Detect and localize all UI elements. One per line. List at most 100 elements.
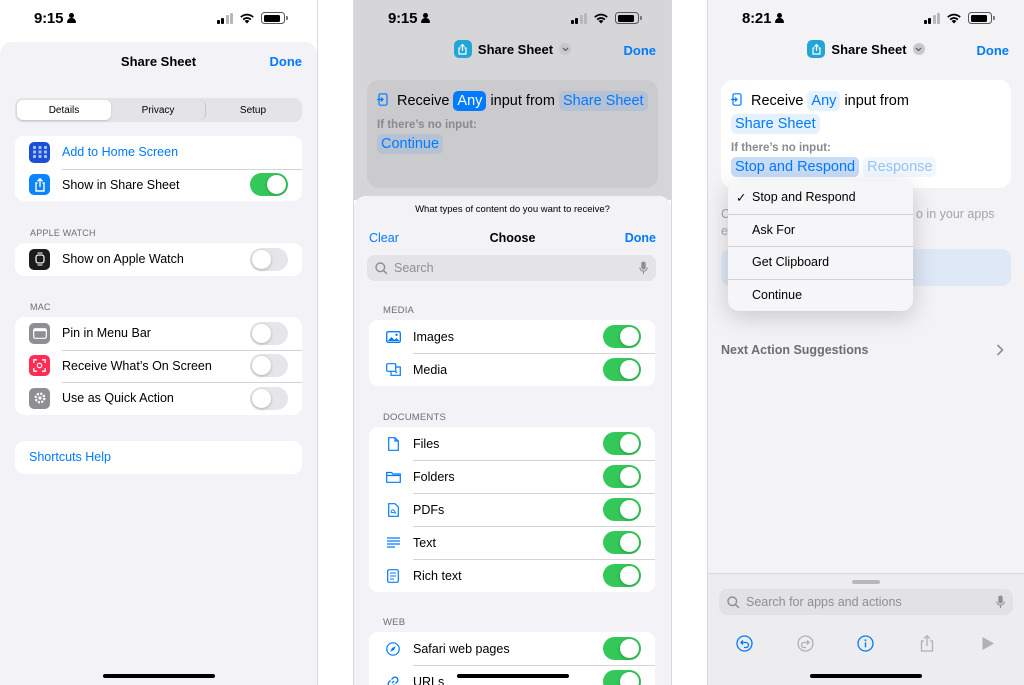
cellular-signal-icon (923, 12, 940, 24)
sheet-done-button[interactable]: Done (625, 231, 656, 245)
folders-toggle[interactable] (603, 465, 641, 488)
obscured-text-left: e (721, 224, 728, 238)
search-input[interactable]: Search (367, 255, 656, 281)
redo-icon[interactable] (795, 633, 815, 653)
microphone-icon[interactable] (639, 261, 648, 275)
receive-whats-on-screen-row: Receive What’s On Screen (15, 349, 302, 383)
microphone-icon[interactable] (996, 595, 1005, 609)
status-time: 9:15 (388, 9, 418, 27)
shortcut-title-label: Share Sheet (831, 41, 907, 57)
home-indicator (456, 674, 569, 678)
tab-details[interactable]: Details (17, 100, 111, 120)
receive-icon (377, 93, 388, 106)
share-icon[interactable] (917, 633, 937, 653)
menu-item-label: Stop and Respond (752, 190, 856, 205)
editor-toolbar (708, 633, 1024, 653)
urls-toggle[interactable] (603, 670, 641, 685)
media-label: Media (413, 362, 448, 377)
no-input-behavior-token[interactable]: Continue (377, 134, 444, 154)
media-group: Images Media (369, 320, 655, 386)
undo-icon[interactable] (734, 633, 754, 653)
status-bar: 9:15 (354, 0, 671, 36)
search-icon (727, 595, 740, 609)
media-toggle[interactable] (603, 358, 641, 381)
search-actions-placeholder: Search for apps and actions (746, 595, 902, 609)
wifi-icon (594, 13, 608, 24)
input-from-label: input from (844, 93, 909, 109)
screen-capture-icon (29, 355, 50, 377)
share-icon (29, 174, 50, 196)
sheet-grabber[interactable] (852, 580, 880, 584)
next-action-suggestions-label: Next Action Suggestions (721, 343, 869, 357)
no-input-behavior-token[interactable]: Stop and Respond (731, 157, 860, 177)
no-input-label: If there’s no input: (731, 142, 831, 154)
segmented-control: Details Privacy Setup (15, 98, 302, 122)
cellular-signal-icon (216, 12, 233, 24)
wifi-icon (240, 13, 254, 24)
shortcut-editor-screen: 8:21 Share Sheet Done Receive Any input … (708, 0, 1024, 685)
receive-whats-on-screen-toggle[interactable] (250, 354, 288, 378)
done-button[interactable]: Done (624, 43, 657, 58)
pin-in-menu-bar-toggle[interactable] (250, 321, 288, 345)
next-action-suggestions[interactable]: Next Action Suggestions (721, 343, 1004, 357)
media-row: Media (369, 353, 655, 386)
use-as-quick-action-toggle[interactable] (250, 386, 288, 410)
wifi-icon (947, 13, 961, 24)
show-on-apple-watch-toggle[interactable] (250, 247, 288, 271)
input-source-token[interactable]: Share Sheet (731, 114, 820, 134)
obscured-text-right: o in your apps (916, 207, 995, 221)
focus-person-icon (775, 13, 785, 23)
panel-divider (671, 0, 672, 685)
input-from-label: input from (490, 93, 555, 109)
menu-item-stop-and-respond[interactable]: ✓ Stop and Respond (728, 181, 913, 214)
input-type-token[interactable]: Any (453, 91, 487, 111)
status-time: 8:21 (742, 9, 772, 27)
menu-item-continue[interactable]: Continue (728, 278, 913, 312)
files-toggle[interactable] (603, 432, 641, 455)
tab-privacy[interactable]: Privacy (111, 100, 206, 120)
gear-icon (29, 387, 50, 409)
pdfs-toggle[interactable] (603, 498, 641, 521)
help-group: Shortcuts Help (15, 441, 302, 474)
safari-web-pages-toggle[interactable] (603, 637, 641, 660)
sheet-nav-bar: Clear Choose Done (354, 231, 671, 251)
chevron-down-icon (559, 43, 572, 55)
shortcut-share-icon (453, 40, 472, 58)
content-types-sheet: What types of content do you want to rec… (354, 196, 671, 685)
receive-label: Receive (751, 93, 804, 109)
image-icon (385, 329, 401, 345)
info-icon[interactable] (856, 633, 876, 653)
search-actions-input[interactable]: Search for apps and actions (719, 589, 1013, 615)
response-token[interactable]: Response (863, 157, 937, 177)
show-in-share-sheet-label: Show in Share Sheet (62, 177, 180, 192)
add-to-home-screen-row[interactable]: Add to Home Screen (15, 136, 302, 169)
pdfs-row: PDFs (369, 493, 655, 526)
compass-icon (385, 641, 401, 657)
images-toggle[interactable] (603, 325, 641, 348)
web-caption: WEB (383, 617, 406, 628)
shortcuts-help-row[interactable]: Shortcuts Help (15, 441, 302, 474)
apple-watch-caption: APPLE WATCH (30, 228, 96, 238)
rich-text-toggle[interactable] (603, 564, 641, 587)
images-label: Images (413, 329, 454, 344)
action-search-panel: Search for apps and actions (708, 573, 1024, 685)
file-icon (385, 436, 401, 452)
sheet-question: What types of content do you want to rec… (415, 204, 610, 215)
play-icon[interactable] (978, 633, 998, 653)
receive-action-card: Receive Any input from Share Sheet If th… (367, 80, 658, 188)
show-in-share-sheet-toggle[interactable] (250, 173, 288, 197)
input-type-token[interactable]: Any (807, 91, 841, 111)
show-on-apple-watch-row: Show on Apple Watch (15, 243, 302, 276)
panel-divider (317, 0, 318, 685)
menu-item-get-clipboard[interactable]: Get Clipboard (728, 246, 913, 279)
folders-row: Folders (369, 460, 655, 493)
tab-setup[interactable]: Setup (206, 100, 300, 120)
input-source-token[interactable]: Share Sheet (558, 91, 648, 111)
documents-caption: DOCUMENTS (383, 412, 447, 423)
files-label: Files (413, 436, 440, 451)
menu-item-ask-for[interactable]: Ask For (728, 213, 913, 247)
done-button[interactable]: Done (977, 43, 1010, 58)
done-button[interactable]: Done (270, 54, 303, 69)
text-toggle[interactable] (603, 531, 641, 554)
status-bar: 8:21 (708, 0, 1024, 36)
